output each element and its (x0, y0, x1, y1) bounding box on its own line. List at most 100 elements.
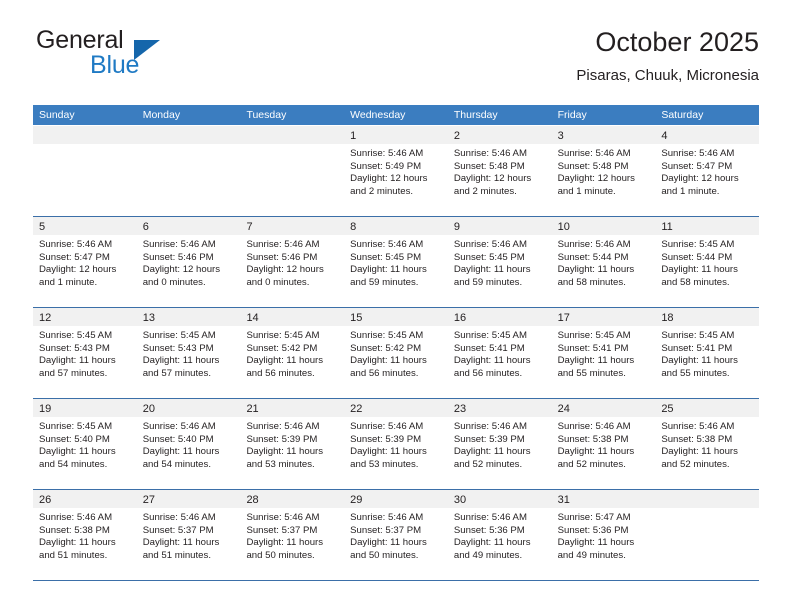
day-info-line: and 51 minutes. (142, 549, 211, 561)
day-info-line: and 52 minutes. (453, 458, 523, 470)
day-cell-5[interactable]: 5 Sunrise: 5:46 AM Sunset: 5:47 PM Daylight… (33, 217, 137, 307)
day-info-line: Sunset: 5:46 PM (142, 251, 214, 263)
day-info-line: Daylight: 12 hours (350, 173, 428, 185)
day-info-line: Sunrise: 5:46 AM (453, 148, 527, 159)
day-number: 3 (557, 130, 564, 142)
calendar-week-row: 12 Sunrise: 5:45 AM Sunset: 5:43 PM Dayligh… (33, 308, 760, 399)
day-info: Sunrise: 5:45 AM Sunset: 5:43 PM Daylight:… (137, 326, 241, 380)
day-number-band: 19 (33, 399, 137, 417)
day-info-line: Sunrise: 5:46 AM (557, 148, 631, 159)
day-number: 10 (557, 221, 570, 233)
day-number-band (33, 126, 137, 144)
day-info-line: and 59 minutes. (350, 276, 419, 288)
day-info: Sunrise: 5:45 AM Sunset: 5:41 PM Daylight:… (448, 326, 552, 380)
day-number-band: 21 (240, 399, 345, 417)
day-info-line: Sunrise: 5:45 AM (39, 421, 113, 432)
day-info-line: and 52 minutes. (661, 458, 730, 470)
day-info-line: Daylight: 12 hours (661, 173, 739, 185)
day-number: 20 (142, 403, 155, 415)
calendar-grid: Sunday Monday Tuesday Wednesday Thursday Frid… (33, 105, 760, 581)
day-cell-6[interactable]: 6 Sunrise: 5:46 AM Sunset: 5:46 PM Daylight… (136, 217, 241, 307)
day-cell-14[interactable]: 14 Sunrise: 5:45 AM Sunset: 5:42 PM Dayligh… (240, 308, 345, 398)
day-cell-3[interactable]: 3 Sunrise: 5:46 AM Sunset: 5:48 PM Daylight… (551, 126, 656, 216)
day-info-line: and 2 minutes. (453, 185, 517, 197)
title-block: October 2025 Pisaras, Chuuk, Micronesia (576, 26, 759, 87)
day-cell-2[interactable]: 2 Sunrise: 5:46 AM Sunset: 5:48 PM Daylight… (447, 126, 552, 216)
day-info-line: Sunrise: 5:46 AM (142, 512, 216, 523)
day-cell-15[interactable]: 15 Sunrise: 5:45 AM Sunset: 5:42 PM Dayligh… (344, 308, 448, 398)
day-info-line: and 53 minutes. (246, 458, 315, 470)
day-info-line: Sunrise: 5:47 AM (557, 512, 631, 523)
day-cell-30[interactable]: 30 Sunrise: 5:46 AM Sunset: 5:36 PM Dayligh… (447, 490, 552, 580)
brand-name-blue: Blue (90, 51, 140, 79)
day-cell-28[interactable]: 28 Sunrise: 5:46 AM Sunset: 5:37 PM Dayligh… (240, 490, 345, 580)
day-cell-18[interactable]: 18 Sunrise: 5:45 AM Sunset: 5:41 PM Dayligh… (655, 308, 760, 398)
calendar-weeks: 1 Sunrise: 5:46 AM Sunset: 5:49 PM Daylight… (33, 125, 760, 581)
calendar-week-row: 26 Sunrise: 5:46 AM Sunset: 5:38 PM Dayligh… (33, 490, 760, 581)
day-cell-11[interactable]: 11 Sunrise: 5:45 AM Sunset: 5:44 PM Dayligh… (655, 217, 760, 307)
day-info-line: Sunrise: 5:45 AM (557, 330, 631, 341)
day-cell-16[interactable]: 16 Sunrise: 5:45 AM Sunset: 5:41 PM Dayligh… (447, 308, 552, 398)
day-info-line: Sunset: 5:43 PM (39, 342, 110, 354)
day-info: Sunrise: 5:46 AM Sunset: 5:46 PM Daylight:… (240, 235, 344, 289)
day-cell-9[interactable]: 9 Sunrise: 5:46 AM Sunset: 5:45 PM Daylight… (447, 217, 552, 307)
day-info-line: Sunset: 5:43 PM (142, 342, 214, 354)
day-info-line: and 58 minutes. (557, 276, 626, 288)
day-number: 25 (661, 403, 674, 415)
day-cell-31[interactable]: 31 Sunrise: 5:47 AM Sunset: 5:36 PM Dayligh… (551, 490, 656, 580)
day-cell-25[interactable]: 25 Sunrise: 5:46 AM Sunset: 5:38 PM Dayligh… (655, 399, 760, 489)
day-number-band: 29 (344, 490, 448, 508)
brand-logo[interactable]: General Blue (33, 26, 293, 88)
day-info-line: Sunrise: 5:46 AM (142, 421, 216, 432)
day-info: Sunrise: 5:46 AM Sunset: 5:37 PM Daylight:… (344, 508, 448, 562)
day-cell-27[interactable]: 27 Sunrise: 5:46 AM Sunset: 5:37 PM Dayligh… (136, 490, 241, 580)
day-cell-23[interactable]: 23 Sunrise: 5:46 AM Sunset: 5:39 PM Dayligh… (447, 399, 552, 489)
day-cell-24[interactable]: 24 Sunrise: 5:46 AM Sunset: 5:38 PM Dayligh… (551, 399, 656, 489)
day-number: 12 (39, 312, 52, 324)
day-info (137, 144, 241, 148)
day-info-line: Sunrise: 5:46 AM (557, 421, 631, 432)
day-info: Sunrise: 5:45 AM Sunset: 5:44 PM Daylight:… (655, 235, 759, 289)
day-cell-19[interactable]: 19 Sunrise: 5:45 AM Sunset: 5:40 PM Dayligh… (33, 399, 137, 489)
day-info-line: Sunrise: 5:46 AM (142, 239, 216, 250)
day-cell-17[interactable]: 17 Sunrise: 5:45 AM Sunset: 5:41 PM Dayligh… (551, 308, 656, 398)
day-info-line: Sunrise: 5:45 AM (246, 330, 320, 341)
day-info-line: and 57 minutes. (39, 367, 108, 379)
day-cell-10[interactable]: 10 Sunrise: 5:46 AM Sunset: 5:44 PM Dayligh… (551, 217, 656, 307)
day-info-line: Daylight: 12 hours (557, 173, 635, 185)
day-number-band: 26 (33, 490, 137, 508)
day-cell-26[interactable]: 26 Sunrise: 5:46 AM Sunset: 5:38 PM Dayligh… (33, 490, 137, 580)
day-cell-22[interactable]: 22 Sunrise: 5:46 AM Sunset: 5:39 PM Dayligh… (344, 399, 448, 489)
day-cell-4[interactable]: 4 Sunrise: 5:46 AM Sunset: 5:47 PM Daylight… (655, 126, 760, 216)
day-cell-12[interactable]: 12 Sunrise: 5:45 AM Sunset: 5:43 PM Dayligh… (33, 308, 137, 398)
day-cell-13[interactable]: 13 Sunrise: 5:45 AM Sunset: 5:43 PM Dayligh… (136, 308, 241, 398)
day-number: 15 (350, 312, 363, 324)
day-info-line: Sunset: 5:49 PM (350, 160, 422, 172)
day-info: Sunrise: 5:46 AM Sunset: 5:48 PM Daylight:… (552, 144, 656, 198)
weekday-header-row: Sunday Monday Tuesday Wednesday Thursday Frid… (33, 105, 759, 125)
page-title: October 2025 (595, 27, 759, 57)
calendar-week-row: 19 Sunrise: 5:45 AM Sunset: 5:40 PM Dayligh… (33, 399, 760, 490)
day-number-band: 31 (551, 490, 656, 508)
day-cell-21[interactable]: 21 Sunrise: 5:46 AM Sunset: 5:39 PM Dayligh… (240, 399, 345, 489)
day-cell-20[interactable]: 20 Sunrise: 5:46 AM Sunset: 5:40 PM Dayligh… (136, 399, 241, 489)
day-cell-8[interactable]: 8 Sunrise: 5:46 AM Sunset: 5:45 PM Daylight… (344, 217, 448, 307)
day-info-line: Sunset: 5:44 PM (661, 251, 733, 263)
day-info-line: Sunset: 5:38 PM (661, 433, 733, 445)
day-info-line: Sunrise: 5:46 AM (453, 421, 527, 432)
day-cell-1[interactable]: 1 Sunrise: 5:46 AM Sunset: 5:49 PM Daylight… (344, 126, 448, 216)
day-cell-empty (240, 126, 345, 216)
day-info: Sunrise: 5:47 AM Sunset: 5:36 PM Daylight:… (552, 508, 656, 562)
day-number-band: 28 (240, 490, 345, 508)
day-number-band: 12 (33, 308, 137, 326)
day-info-line: Daylight: 11 hours (453, 264, 531, 276)
day-info-line: Sunset: 5:44 PM (557, 251, 629, 263)
day-info-line: Daylight: 11 hours (142, 355, 220, 367)
day-info: Sunrise: 5:46 AM Sunset: 5:38 PM Daylight:… (33, 508, 137, 562)
day-number-band: 7 (240, 217, 345, 235)
day-info-line: and 54 minutes. (142, 458, 211, 470)
day-info-line: Sunrise: 5:46 AM (453, 239, 527, 250)
day-info: Sunrise: 5:46 AM Sunset: 5:37 PM Daylight:… (137, 508, 241, 562)
day-cell-7[interactable]: 7 Sunrise: 5:46 AM Sunset: 5:46 PM Daylight… (240, 217, 345, 307)
day-cell-29[interactable]: 29 Sunrise: 5:46 AM Sunset: 5:37 PM Dayligh… (344, 490, 448, 580)
